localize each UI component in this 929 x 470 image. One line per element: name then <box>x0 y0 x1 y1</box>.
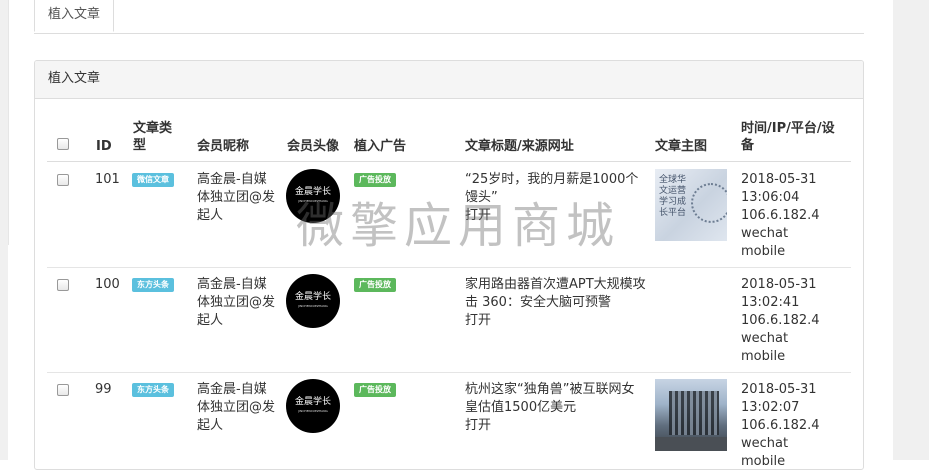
article-title: 杭州这家“独角兽”被互联网女 皇估值1500亿美元 <box>465 382 635 415</box>
table-header-divider <box>47 161 851 162</box>
row-divider <box>47 267 851 268</box>
row-id: 99 <box>95 382 112 397</box>
ad-badge: 广告投放 <box>354 278 396 292</box>
header-title: 文章标题/来源网址 <box>465 139 574 154</box>
member-nickname: 高金晨-自媒 体独立团@发 起人 <box>197 382 276 433</box>
open-link[interactable]: 打开 <box>465 417 491 435</box>
row-checkbox[interactable] <box>57 279 69 291</box>
row-checkbox[interactable] <box>57 384 69 396</box>
row-divider <box>47 372 851 373</box>
row-id: 100 <box>95 277 120 292</box>
row-meta: 2018-05-31 13:06:04 106.6.182.4 wechat m… <box>741 172 820 259</box>
panel-heading: 植入文章 <box>35 61 863 99</box>
ad-badge: 广告投放 <box>354 173 396 187</box>
member-nickname: 高金晨-自媒 体独立团@发 起人 <box>197 277 276 328</box>
member-avatar: 金晨学长 JINCHENXUEZHANG <box>286 274 340 328</box>
row-meta: 2018-05-31 13:02:41 106.6.182.4 wechat m… <box>741 277 820 364</box>
tab-bar: 植入文章 <box>34 0 864 34</box>
watermark: 微擎应用商城 <box>296 198 621 254</box>
article-title: 家用路由器首次遭APT大规模攻 击 360：安全大脑可预警 <box>465 277 646 310</box>
member-avatar: 金晨学长 JINCHENXUEZHANG <box>286 379 340 433</box>
type-badge: 微信文章 <box>132 173 174 187</box>
tab-embedded-articles[interactable]: 植入文章 <box>34 0 115 32</box>
right-gutter <box>893 0 929 460</box>
article-image <box>655 379 727 451</box>
member-nickname: 高金晨-自媒 体独立团@发 起人 <box>197 172 276 223</box>
type-badge: 东方头条 <box>132 278 174 292</box>
header-nickname: 会员昵称 <box>197 139 250 154</box>
header-meta: 时间/IP/平台/设备 <box>741 121 835 153</box>
row-id: 101 <box>95 172 120 187</box>
header-avatar: 会员头像 <box>287 139 340 154</box>
type-badge: 东方头条 <box>132 383 174 397</box>
select-all-checkbox[interactable] <box>57 138 69 150</box>
header-image: 文章主图 <box>655 139 708 154</box>
ad-badge: 广告投放 <box>354 383 396 397</box>
articles-panel: 植入文章 ID 文章类型 会员昵称 会员头像 植入广告 文章标题/来源网址 文章… <box>34 60 864 470</box>
header-id: ID <box>96 139 112 154</box>
row-meta: 2018-05-31 13:02:07 106.6.182.4 wechat m… <box>741 382 820 469</box>
header-ad: 植入广告 <box>354 139 407 154</box>
article-image: 全球华文运营学习成长平台 <box>655 169 727 241</box>
left-sidebar-edge <box>0 0 8 460</box>
row-checkbox[interactable] <box>57 174 69 186</box>
left-sidebar-divider <box>8 0 9 245</box>
open-link[interactable]: 打开 <box>465 312 491 330</box>
header-type: 文章类型 <box>133 121 173 153</box>
